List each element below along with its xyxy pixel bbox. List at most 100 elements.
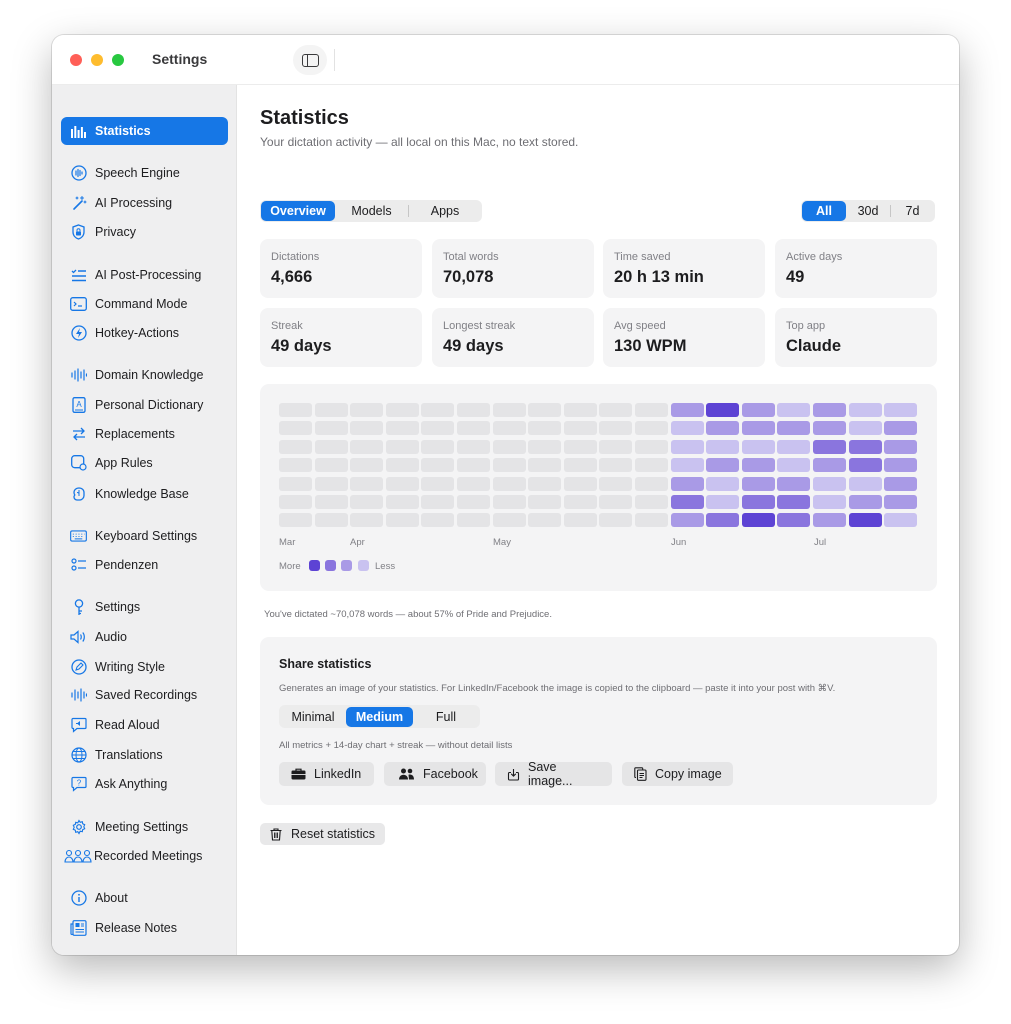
sidebar-item-ai-post-processing[interactable]: AI Post-Processing: [61, 261, 228, 289]
minimize-button[interactable]: [91, 53, 103, 66]
waveform-icon: [70, 687, 87, 704]
sidebar-toggle-button[interactable]: [293, 45, 327, 75]
bolt-circle-icon: [70, 325, 87, 342]
heatmap-month-label: Jun: [671, 537, 687, 548]
newspaper-icon: [70, 920, 87, 937]
sidebar-item-recorded-meetings[interactable]: Recorded Meetings: [61, 842, 228, 870]
sidebar-item-privacy[interactable]: Privacy: [61, 218, 228, 246]
sidebar-item-label: Release Notes: [95, 921, 177, 935]
close-button[interactable]: [70, 53, 82, 66]
sidebar-item-domain-knowledge[interactable]: Domain Knowledge: [61, 361, 228, 389]
share-facebook-button[interactable]: Facebook: [384, 762, 486, 786]
heatmap-cell: [848, 403, 882, 417]
stat-card-active-days: Active days 49: [775, 239, 937, 298]
sidebar-item-ask-anything[interactable]: ? Ask Anything: [61, 770, 228, 798]
sidebar-item-audio[interactable]: Audio: [61, 623, 228, 651]
heatmap-cell: [670, 403, 704, 417]
sidebar-item-pendenzen[interactable]: Pendenzen: [61, 551, 228, 579]
sidebar-item-release-notes[interactable]: Release Notes: [61, 914, 228, 942]
heatmap-cell: [528, 439, 562, 454]
sidebar-item-translations[interactable]: Translations: [61, 741, 228, 769]
sidebar-item-app-rules[interactable]: App Rules: [61, 449, 228, 477]
tab-apps[interactable]: Apps: [409, 201, 481, 221]
sidebar-item-saved-recordings[interactable]: Saved Recordings: [61, 681, 228, 709]
heatmap-cell: [279, 513, 312, 528]
sidebar-item-speech-engine[interactable]: Speech Engine: [61, 159, 228, 187]
heatmap-cell: [741, 495, 775, 509]
heatmap-cell: [670, 476, 704, 491]
sidebar-item-command-mode[interactable]: Command Mode: [61, 290, 228, 318]
page-title: Statistics: [260, 107, 349, 129]
page-subtitle: Your dictation activity — all local on t…: [260, 135, 579, 149]
heatmap-cell: [670, 439, 704, 454]
sidebar-item-replacements[interactable]: Replacements: [61, 420, 228, 448]
heatmap-cell: [314, 513, 348, 528]
heatmap-cell: [350, 458, 384, 473]
sidebar-item-ai-processing[interactable]: AI Processing: [61, 189, 228, 217]
heatmap-cell: [599, 421, 633, 436]
sidebar-item-writing-style[interactable]: Writing Style: [61, 653, 228, 681]
heatmap-cell: [706, 476, 740, 491]
range-7d[interactable]: 7d: [891, 201, 934, 221]
heatmap-cell: [457, 458, 490, 473]
heatmap-cell: [563, 513, 597, 528]
sidebar-item-knowledge-base[interactable]: Knowledge Base: [61, 480, 228, 508]
sidebar-item-about[interactable]: About: [61, 884, 228, 912]
detail-medium[interactable]: Medium: [346, 706, 413, 727]
share-linkedin-button[interactable]: LinkedIn: [279, 762, 374, 786]
sidebar-item-label: Writing Style: [95, 660, 165, 674]
list-check-icon: [70, 267, 87, 284]
heatmap-cell: [635, 439, 668, 454]
speech-bubble-icon: [70, 717, 87, 734]
stat-card-time-saved: Time saved 20 h 13 min: [603, 239, 765, 298]
copy-image-button[interactable]: Copy image: [622, 762, 733, 786]
sidebar-item-label: Saved Recordings: [95, 688, 198, 702]
view-tabs: Overview Models Apps: [260, 200, 482, 222]
stat-label: Active days: [786, 251, 843, 263]
range-30d[interactable]: 30d: [846, 201, 890, 221]
heatmap-cell: [492, 476, 526, 491]
waveform-circle-icon: [70, 165, 87, 182]
reset-statistics-button[interactable]: Reset statistics: [260, 823, 386, 845]
heatmap-cell: [279, 421, 312, 436]
heatmap-cell: [385, 513, 419, 528]
stat-label: Dictations: [271, 251, 320, 263]
heatmap-cell: [813, 476, 846, 491]
heatmap-cell: [385, 403, 419, 417]
stat-label: Total words: [443, 251, 499, 263]
heatmap-cell: [563, 476, 597, 491]
heatmap-cell: [599, 403, 633, 417]
tab-models[interactable]: Models: [335, 201, 408, 221]
button-label: Save image...: [528, 760, 573, 788]
sidebar-item-label: AI Post-Processing: [95, 268, 202, 282]
zoom-button[interactable]: [112, 53, 124, 66]
heatmap-cell: [563, 403, 597, 417]
sidebar-item-hotkey-actions[interactable]: Hotkey-Actions: [61, 319, 228, 347]
heatmap-cell: [848, 513, 882, 528]
sidebar-item-settings[interactable]: Settings: [61, 593, 228, 621]
info-icon: [70, 890, 87, 907]
keyboard-icon: [70, 528, 87, 545]
sidebar-item-meeting-settings[interactable]: Meeting Settings: [61, 813, 228, 841]
range-all[interactable]: All: [802, 201, 846, 221]
tab-overview[interactable]: Overview: [261, 201, 335, 221]
heatmap-cell: [635, 513, 668, 528]
detail-full[interactable]: Full: [413, 707, 479, 727]
sidebar-item-label: AI Processing: [95, 196, 173, 210]
heatmap-cell: [777, 476, 811, 491]
sidebar-item-label: Translations: [95, 748, 163, 762]
globe-icon: [70, 747, 87, 764]
sidebar-item-keyboard-settings[interactable]: Keyboard Settings: [61, 522, 228, 550]
share-statistics-panel: Share statistics Generates an image of y…: [260, 637, 937, 805]
heatmap-cell: [457, 495, 490, 509]
detail-minimal[interactable]: Minimal: [280, 707, 346, 727]
save-image-button[interactable]: Save image...: [495, 760, 612, 788]
sidebar-item-read-aloud[interactable]: Read Aloud: [61, 711, 228, 739]
button-label: Copy image: [655, 767, 722, 781]
heatmap-cell: [385, 495, 419, 509]
sidebar: Statistics Speech Engine AI Processing P…: [52, 85, 237, 955]
sidebar-item-personal-dictionary[interactable]: A Personal Dictionary: [61, 391, 228, 419]
heatmap-cell: [706, 439, 740, 454]
heatmap-cell: [777, 439, 811, 454]
sidebar-item-statistics[interactable]: Statistics: [61, 117, 228, 145]
